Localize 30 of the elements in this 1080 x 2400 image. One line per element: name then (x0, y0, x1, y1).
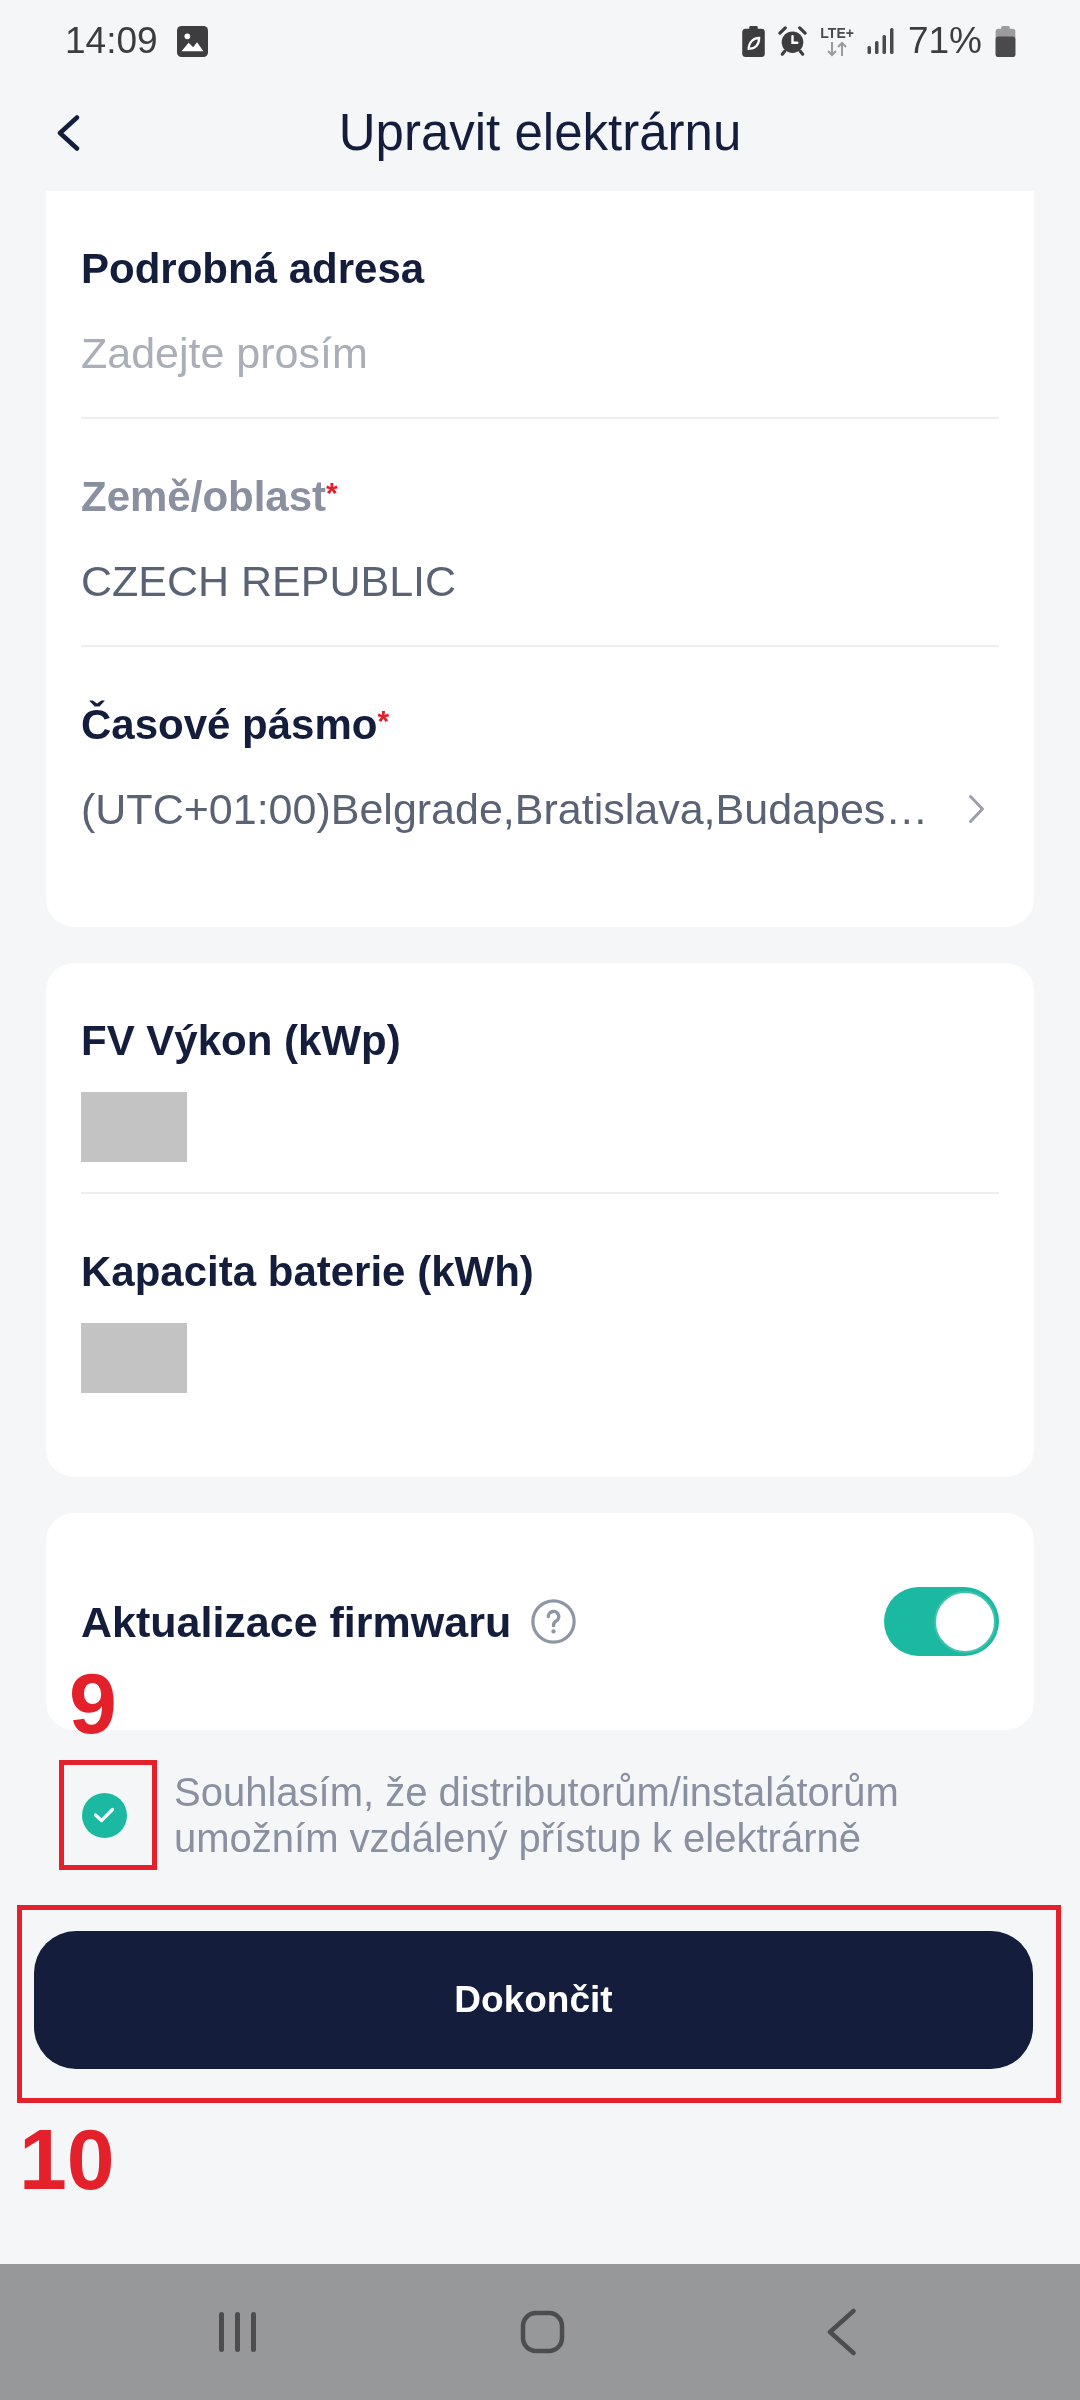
back-button[interactable] (56, 114, 80, 151)
address-input[interactable]: Zadejte prosím (81, 327, 999, 379)
field-label: FV Výkon (kWp) (81, 1016, 402, 1066)
back-icon[interactable] (826, 2308, 857, 2356)
field-label: Země/oblast$^{*}$ (81, 472, 339, 522)
check-icon (93, 1807, 115, 1823)
field-value: CZECH REPUBLIC (81, 556, 458, 607)
battery-icon (995, 25, 1016, 57)
field-label: Podrobná adresa (81, 244, 426, 294)
annotation-number: 10 (19, 2126, 115, 2192)
field-label: Kapacita baterie (kWh) (81, 1247, 535, 1297)
recent-apps-icon[interactable] (217, 2310, 258, 2354)
setting-label: Aktualizace firmwaru (81, 1596, 512, 1648)
home-icon[interactable] (519, 2310, 565, 2354)
alarm-clock-icon (778, 26, 808, 56)
battery-leaf-icon (742, 25, 766, 57)
page-title: Upravit elektrárnu (337, 102, 743, 163)
select-field[interactable]: (UTC+01:00)Belgrade,Bratislava,Budapes… (81, 783, 999, 835)
signal-icon (866, 28, 895, 54)
field-label: Časové pásmo$^{*}$ (81, 699, 391, 750)
battery-percent: 71% (907, 21, 982, 61)
status-time: 14:09 (65, 21, 158, 61)
checkbox[interactable] (81, 1792, 127, 1838)
chevron-right-icon (968, 794, 985, 824)
network-type: LTE+ (820, 25, 854, 40)
finish-button[interactable]: Dokončit (34, 1931, 1033, 2069)
annotation-number: 9 (69, 1670, 117, 1736)
consent-text: Souhlasím, že distributorům/instalátorům umožním vzdálený přístup k elektrárně (174, 1769, 900, 1861)
help-icon[interactable] (531, 1599, 577, 1644)
image-icon (176, 25, 208, 57)
